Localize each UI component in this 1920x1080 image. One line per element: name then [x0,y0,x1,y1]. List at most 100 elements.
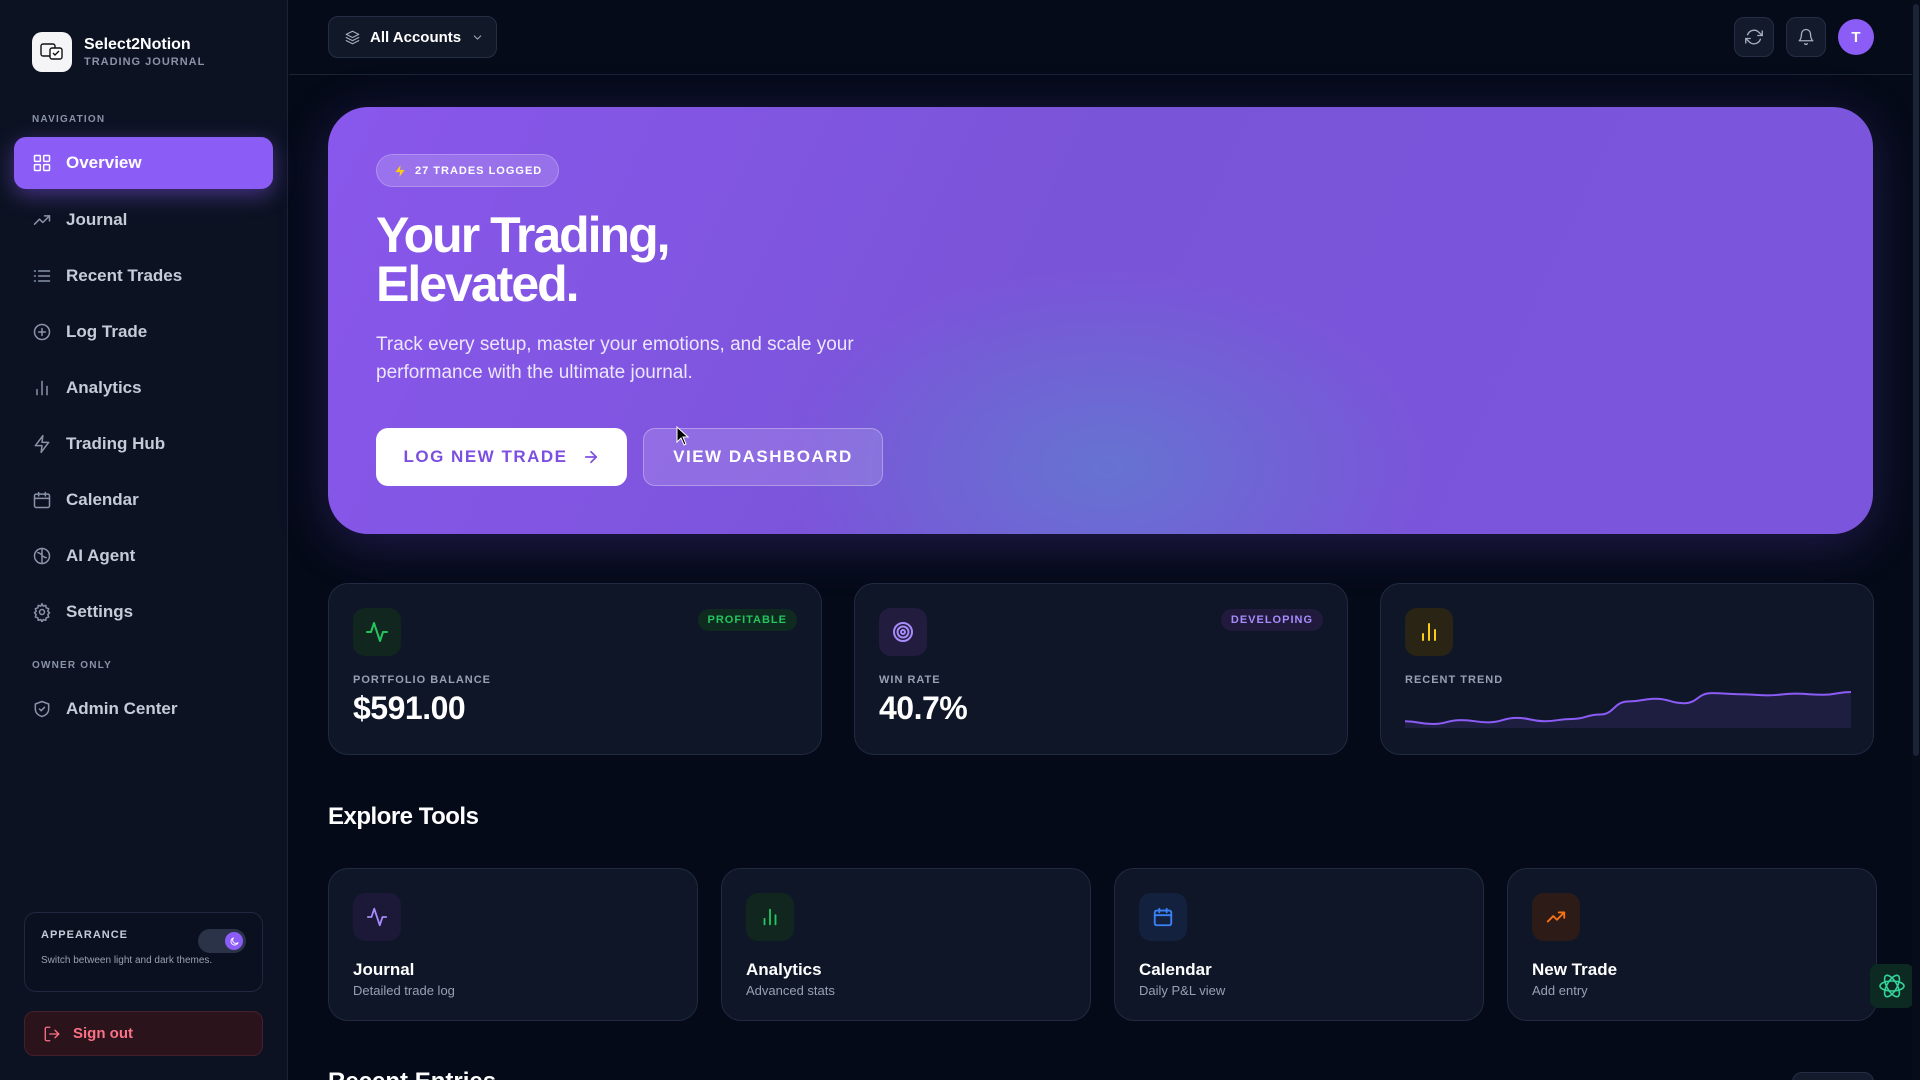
tool-subtitle: Add entry [1532,983,1588,998]
sign-out-label: Sign out [73,1025,133,1042]
hero-title-line2: Elevated. [376,256,580,312]
zap-icon [34,434,50,454]
ai-assistant-button[interactable] [1870,964,1914,1008]
trades-logged-text: 27 TRADES LOGGED [415,164,543,177]
hero-banner: 27 TRADES LOGGED Your Trading, Elevated.… [328,107,1873,534]
account-selector-label: All Accounts [370,28,462,46]
account-selector[interactable]: All Accounts [328,16,497,58]
bar-chart-icon [1422,623,1436,641]
trades-logged-badge: 27 TRADES LOGGED [376,154,560,187]
sidebar-item-label: Recent Trades [66,266,183,285]
moon-icon [230,936,239,945]
portfolio-balance-label: PORTFOLIO BALANCE [353,674,491,686]
trending-up-icon [1546,911,1566,923]
sidebar-item-label: AI Agent [66,546,136,565]
tool-card-new-trade[interactable]: New Trade Add entry [1507,868,1877,1021]
hero-description: Track every setup, master your emotions,… [376,334,854,383]
hero-title-line1: Your Trading, [376,207,671,263]
view-dashboard-label: VIEW DASHBOARD [673,447,853,466]
arrow-right-icon [584,450,597,464]
stat-icon-box [353,608,401,656]
tool-icon-box [1139,893,1187,941]
sidebar-item-settings[interactable]: Settings [14,586,273,638]
sidebar-item-log-trade[interactable]: Log Trade [14,306,273,358]
gear-icon [33,602,51,622]
theme-toggle[interactable] [198,929,246,953]
sidebar-item-label: Trading Hub [66,434,166,453]
brand[interactable]: Select2Notion TRADING JOURNAL [32,32,205,72]
sidebar-item-label: Settings [66,602,134,621]
sign-out-button[interactable]: Sign out [24,1011,263,1056]
recent-trend-card: RECENT TREND [1380,583,1874,755]
tool-title: Journal [353,960,415,979]
sidebar-item-ai-agent[interactable]: AI Agent [14,530,273,582]
recent-trend-label: RECENT TREND [1405,674,1504,686]
sidebar-item-label: Calendar [66,490,139,509]
stat-icon-box [1405,608,1453,656]
top-header: All Accounts T [289,0,1920,75]
bell-icon [1798,28,1814,46]
user-avatar[interactable]: T [1838,19,1874,55]
logout-icon [44,1026,60,1041]
layers-icon [345,30,360,44]
notifications-button[interactable] [1786,17,1826,57]
tool-subtitle: Advanced stats [746,983,835,998]
tool-icon-box [746,893,794,941]
tool-card-journal[interactable]: Journal Detailed trade log [328,868,698,1021]
explore-tools-heading: Explore Tools [328,803,479,830]
win-rate-card: DEVELOPING WIN RATE 40.7% [854,583,1348,755]
brand-name: Select2Notion [84,36,191,53]
target-icon [893,622,913,642]
brain-icon [33,547,51,565]
scrollbar-thumb[interactable] [1913,4,1919,756]
calendar-icon [1153,907,1173,927]
bar-chart-icon [763,908,777,926]
owner-section-label: OWNER ONLY [32,660,112,671]
recent-entries-heading: Recent Entries [328,1068,496,1080]
brand-logo [32,32,72,72]
plus-circle-icon [33,323,51,341]
win-rate-label: WIN RATE [879,674,941,686]
recent-entries-action-button[interactable] [1792,1072,1874,1080]
tool-subtitle: Detailed trade log [353,983,455,998]
tool-subtitle: Daily P&L view [1139,983,1226,998]
tool-title: Calendar [1139,960,1212,979]
win-rate-value: 40.7% [879,690,968,726]
sidebar-item-journal[interactable]: Journal [14,194,273,246]
brand-subtitle: TRADING JOURNAL [84,56,206,68]
activity-icon [366,907,388,927]
sidebar-item-label: Journal [66,210,128,229]
sidebar-item-analytics[interactable]: Analytics [14,362,273,414]
appearance-description: Switch between light and dark themes. [41,955,213,966]
activity-icon [366,622,388,642]
brand-logo-icon [40,43,63,60]
toggle-knob [225,932,243,950]
sidebar-item-label: Admin Center [66,699,178,718]
sidebar-item-calendar[interactable]: Calendar [14,474,273,526]
tool-title: Analytics [746,960,822,979]
nav-section-label: NAVIGATION [32,114,106,125]
sidebar-item-admin-center[interactable]: Admin Center [14,683,273,735]
portfolio-balance-value: $591.00 [353,690,466,726]
refresh-button[interactable] [1734,17,1774,57]
mouse-cursor-icon [676,426,690,446]
chevron-down-icon [473,34,482,40]
sidebar-item-recent-trades[interactable]: Recent Trades [14,250,273,302]
tool-card-analytics[interactable]: Analytics Advanced stats [721,868,1091,1021]
shield-icon [34,700,50,718]
developing-badge: DEVELOPING [1220,609,1323,631]
tool-card-calendar[interactable]: Calendar Daily P&L view [1114,868,1484,1021]
sidebar-item-label: Analytics [66,378,142,397]
stat-icon-box [879,608,927,656]
profitable-badge: PROFITABLE [697,609,797,631]
tool-icon-box [1532,893,1580,941]
refresh-icon [1745,29,1763,45]
portfolio-balance-card: PROFITABLE PORTFOLIO BALANCE $591.00 [328,583,822,755]
log-new-trade-button[interactable]: LOG NEW TRADE [376,428,627,486]
sidebar-item-overview[interactable]: Overview [14,137,273,189]
sidebar: Select2Notion TRADING JOURNAL NAVIGATION… [0,0,288,1080]
bar-chart-icon [36,380,48,396]
sparkline-area [1405,692,1851,728]
sidebar-item-label: Log Trade [66,322,148,341]
sidebar-item-trading-hub[interactable]: Trading Hub [14,418,273,470]
